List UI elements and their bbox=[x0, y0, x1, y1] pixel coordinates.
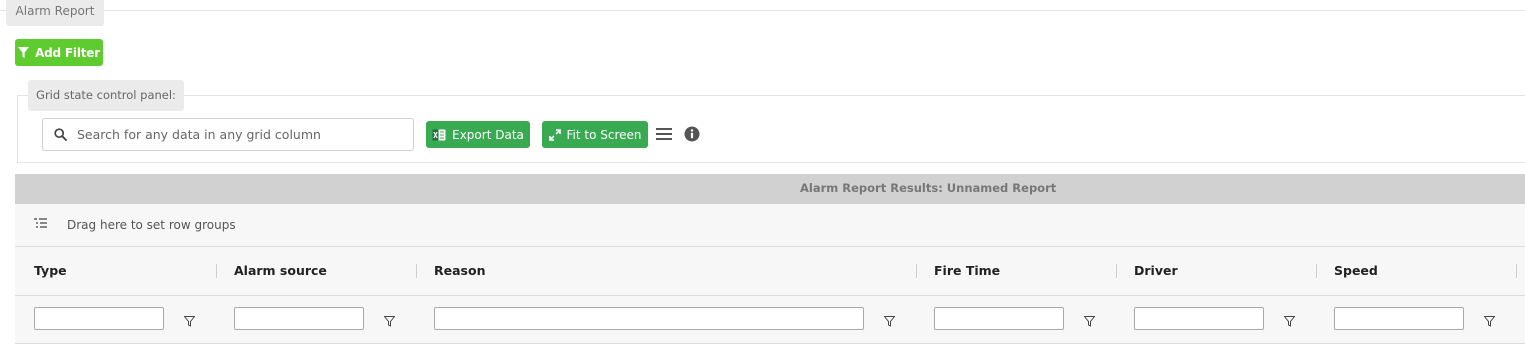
driver-filter-input[interactable] bbox=[1134, 307, 1264, 330]
add-filter-button[interactable]: Add Filter bbox=[15, 39, 103, 66]
expand-icon bbox=[548, 128, 561, 141]
add-filter-label: Add Filter bbox=[35, 45, 100, 60]
funnel-icon[interactable] bbox=[383, 312, 396, 331]
excel-icon bbox=[432, 129, 446, 140]
page-tab[interactable]: Alarm Report bbox=[6, 0, 104, 26]
column-header-speed[interactable]: Speed bbox=[1316, 247, 1516, 295]
speed-filter-input[interactable] bbox=[1334, 307, 1464, 330]
column-header-type[interactable]: Type bbox=[16, 247, 216, 295]
top-divider bbox=[0, 10, 1525, 11]
export-data-button[interactable]: Export Data bbox=[426, 121, 530, 148]
fire-time-filter-input[interactable] bbox=[934, 307, 1064, 330]
results-title-bar: Alarm Report Results: Unnamed Report bbox=[15, 174, 1525, 204]
fit-to-screen-label: Fit to Screen bbox=[566, 127, 642, 142]
column-header-fire-time[interactable]: Fire Time bbox=[916, 247, 1116, 295]
fit-to-screen-button[interactable]: Fit to Screen bbox=[542, 121, 648, 148]
hamburger-menu-icon[interactable] bbox=[656, 126, 672, 146]
column-header-reason[interactable]: Reason bbox=[416, 247, 916, 295]
alarm-source-filter-input[interactable] bbox=[234, 307, 364, 330]
reason-filter-input[interactable] bbox=[434, 307, 864, 330]
type-filter-input[interactable] bbox=[34, 307, 164, 330]
funnel-icon[interactable] bbox=[883, 312, 896, 331]
search-icon bbox=[43, 128, 77, 141]
column-header-driver[interactable]: Driver bbox=[1116, 247, 1316, 295]
grid-state-panel-legend: Grid state control panel: bbox=[28, 80, 184, 111]
grid-header-row: Type Alarm source Reason Fire Time Drive… bbox=[15, 247, 1525, 296]
row-group-hint: Drag here to set row groups bbox=[67, 218, 236, 232]
funnel-icon[interactable] bbox=[1483, 312, 1496, 331]
funnel-icon[interactable] bbox=[1083, 312, 1096, 331]
column-separator[interactable] bbox=[1516, 264, 1517, 278]
funnel-icon[interactable] bbox=[183, 312, 196, 331]
filter-icon bbox=[18, 47, 30, 58]
column-header-alarm-source[interactable]: Alarm source bbox=[216, 247, 416, 295]
export-data-label: Export Data bbox=[452, 127, 524, 142]
results-title: Alarm Report Results: Unnamed Report bbox=[800, 181, 1057, 195]
row-group-drop-zone[interactable]: Drag here to set row groups bbox=[15, 204, 1525, 247]
search-input[interactable] bbox=[77, 127, 397, 142]
funnel-icon[interactable] bbox=[1283, 312, 1296, 331]
grid-filter-row bbox=[15, 296, 1525, 344]
info-icon[interactable] bbox=[684, 126, 700, 146]
row-groups-icon bbox=[34, 218, 47, 233]
grid-search[interactable] bbox=[42, 118, 414, 151]
